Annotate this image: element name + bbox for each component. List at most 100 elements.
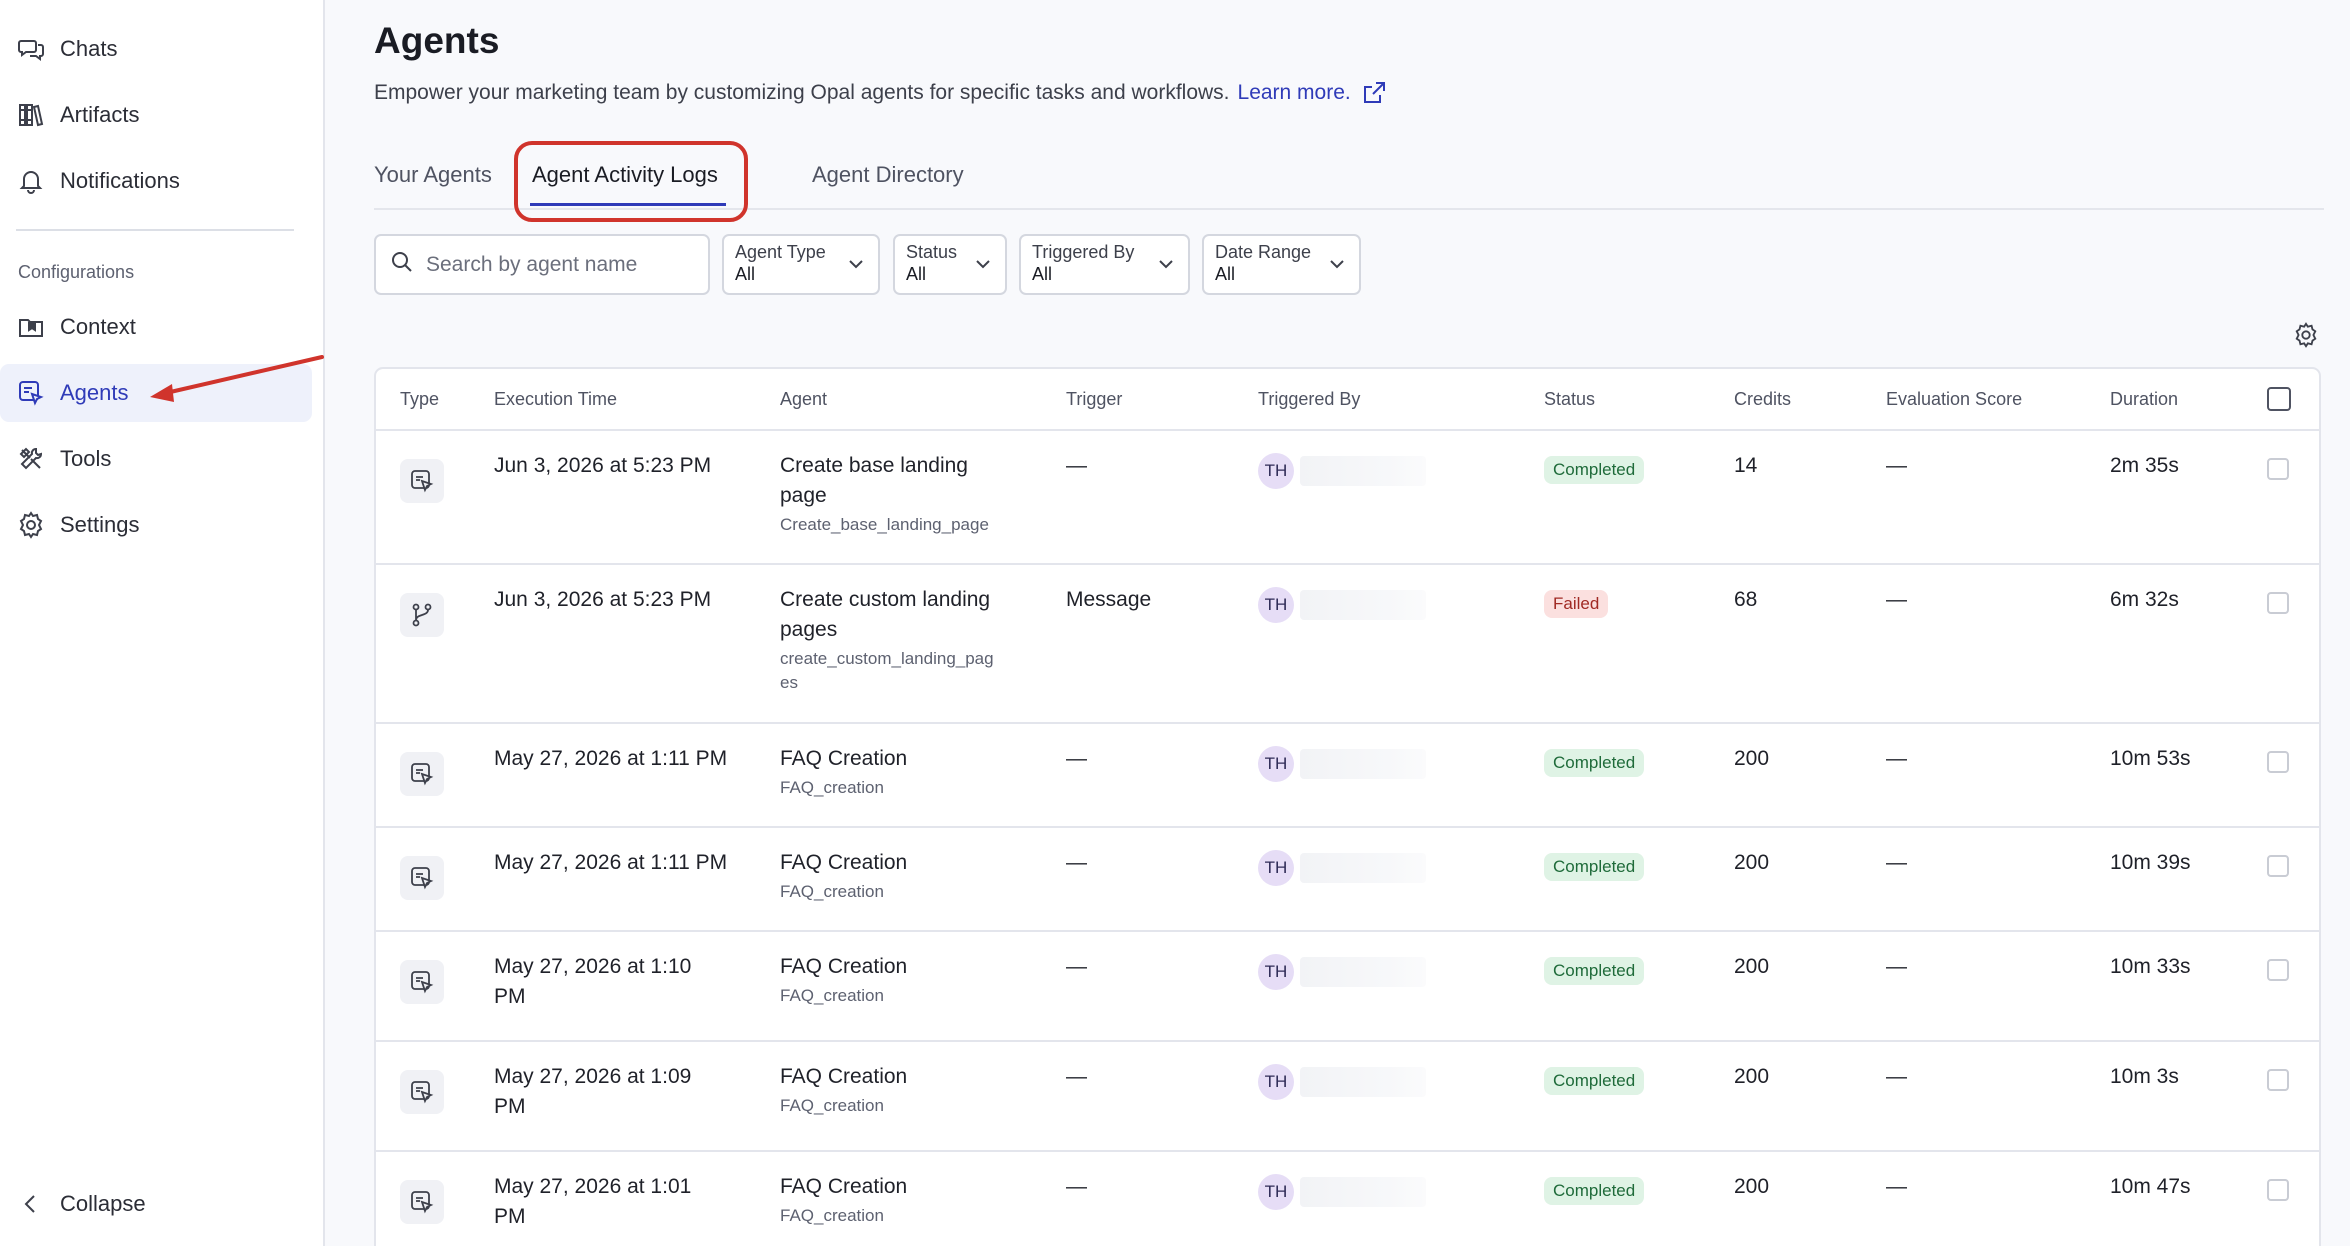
column-header: Triggered By (1258, 389, 1361, 409)
gear-icon (16, 510, 46, 540)
agent-name[interactable]: pages (780, 615, 837, 645)
agent-name[interactable]: FAQ Creation (780, 952, 907, 982)
filter-status[interactable]: Status All (893, 234, 1007, 295)
evaluation-score: — (1886, 588, 1907, 611)
sidebar-item-label: Artifacts (60, 102, 140, 127)
table-row[interactable]: May 27, 2026 at 1:01 PM FAQ Creation FAQ_cr… (376, 1152, 2319, 1246)
section-label: Configurations (18, 262, 135, 282)
row-checkbox[interactable] (2267, 751, 2289, 773)
status-badge: Failed (1544, 590, 1609, 618)
execution-time: PM (494, 985, 526, 1008)
avatar: TH (1258, 746, 1294, 782)
row-checkbox[interactable] (2267, 1179, 2289, 1201)
search-box[interactable] (374, 234, 710, 295)
row-checkbox[interactable] (2267, 855, 2289, 877)
redacted-user-name (1300, 1177, 1426, 1207)
redacted-user-name (1300, 957, 1426, 987)
sidebar-item-agents[interactable]: Agents (0, 364, 312, 422)
execution-time: PM (494, 1095, 526, 1118)
sidebar-item-label: Context (60, 314, 136, 339)
duration: 10m 3s (2110, 1065, 2179, 1088)
sidebar-item-tools[interactable]: Tools (0, 430, 312, 488)
tab-bar: Your Agents Agent Activity Logs Agent Di… (374, 150, 2324, 210)
table-row[interactable]: May 27, 2026 at 1:10 PM FAQ Creation FAQ_cr… (376, 932, 2319, 1042)
duration: 10m 53s (2110, 747, 2191, 770)
agent-name[interactable]: page (780, 481, 827, 511)
table-row[interactable]: May 27, 2026 at 1:09 PM FAQ Creation FAQ_cr… (376, 1042, 2319, 1152)
execution-time: Jun 3, 2026 at 5:23 PM (494, 588, 712, 611)
agent-name[interactable]: FAQ Creation (780, 1062, 907, 1092)
trigger: — (1066, 747, 1087, 770)
tab-agent-directory[interactable]: Agent Directory (812, 162, 964, 188)
sidebar-item-notifications[interactable]: Notifications (0, 152, 312, 210)
specialized-agent-icon (400, 856, 444, 900)
execution-time: May 27, 2026 at 1:09 (494, 1065, 692, 1088)
execution-time: PM (494, 1205, 526, 1228)
row-checkbox[interactable] (2267, 458, 2289, 480)
sidebar-item-label: Tools (60, 446, 112, 471)
select-all-checkbox[interactable] (2267, 387, 2291, 411)
execution-time: Jun 3, 2026 at 5:23 PM (494, 454, 712, 477)
chevron-down-icon (1159, 260, 1173, 269)
evaluation-score: — (1886, 747, 1907, 770)
search-icon (390, 250, 414, 279)
agent-name[interactable]: FAQ Creation (780, 744, 907, 774)
learn-more-link[interactable]: Learn more. (1238, 81, 1351, 105)
evaluation-score: — (1886, 851, 1907, 874)
specialized-agent-icon (400, 960, 444, 1004)
sidebar-item-settings[interactable]: Settings (0, 496, 312, 554)
specialized-agent-icon (400, 1070, 444, 1114)
agent-id: es (780, 673, 798, 692)
agent-id: FAQ_creation (780, 1096, 884, 1115)
main-content: Agents Empower your marketing team by cu… (327, 0, 2350, 1246)
column-header[interactable]: Credits (1734, 389, 1791, 410)
table-settings-icon[interactable] (2293, 322, 2319, 353)
filter-date-range[interactable]: Date Range All (1202, 234, 1361, 295)
tab-agent-activity-logs[interactable]: Agent Activity Logs (532, 162, 718, 188)
duration: 10m 33s (2110, 955, 2191, 978)
column-header[interactable]: Duration (2110, 389, 2178, 410)
row-checkbox[interactable] (2267, 959, 2289, 981)
execution-time: May 27, 2026 at 1:11 PM (494, 747, 728, 770)
filter-triggered-by[interactable]: Triggered By All (1019, 234, 1190, 295)
sidebar-item-artifacts[interactable]: Artifacts (0, 86, 312, 144)
collapse-button[interactable]: Collapse (16, 1180, 146, 1228)
filter-agent-type[interactable]: Agent Type All (722, 234, 880, 295)
duration: 6m 32s (2110, 588, 2179, 611)
row-checkbox[interactable] (2267, 1069, 2289, 1091)
column-header: Agent (780, 389, 828, 409)
agent-name[interactable]: Create custom landing (780, 585, 990, 615)
agent-name[interactable]: FAQ Creation (780, 1172, 907, 1202)
agent-id: FAQ_creation (780, 778, 884, 797)
table-row[interactable]: May 27, 2026 at 1:11 PM FAQ Creation FAQ_c… (376, 724, 2319, 828)
table-row[interactable]: May 27, 2026 at 1:11 PM FAQ Creation FAQ_c… (376, 828, 2319, 932)
duration: 10m 47s (2110, 1175, 2191, 1198)
execution-time: May 27, 2026 at 1:01 (494, 1175, 692, 1198)
sidebar-item-chats[interactable]: Chats (0, 20, 312, 78)
chevron-down-icon (1330, 260, 1344, 269)
redacted-user-name (1300, 1067, 1426, 1097)
row-checkbox[interactable] (2267, 592, 2289, 614)
chat-icon (16, 34, 46, 64)
avatar: TH (1258, 850, 1294, 886)
external-link-icon[interactable] (1361, 80, 1387, 106)
agent-name[interactable]: FAQ Creation (780, 848, 907, 878)
table-row[interactable]: Jun 3, 2026 at 5:23 PM Create custom land… (376, 565, 2319, 724)
tab-your-agents[interactable]: Your Agents (374, 162, 492, 188)
trigger: — (1066, 851, 1087, 874)
credits: 200 (1734, 955, 1770, 978)
chevron-down-icon (849, 260, 863, 269)
table-row[interactable]: Jun 3, 2026 at 5:23 PM Create base landin… (376, 431, 2319, 565)
redacted-user-name (1300, 853, 1426, 883)
agent-id: FAQ_creation (780, 986, 884, 1005)
status-badge: Completed (1544, 1067, 1645, 1095)
redacted-user-name (1300, 590, 1426, 620)
column-header[interactable]: Execution Time (494, 389, 617, 410)
agent-name[interactable]: Create base landing (780, 451, 968, 481)
avatar: TH (1258, 587, 1294, 623)
chevron-left-icon (16, 1193, 46, 1215)
sidebar-item-label: Settings (60, 512, 140, 537)
search-input[interactable] (426, 252, 696, 277)
sidebar-item-context[interactable]: Context (0, 298, 312, 356)
redacted-user-name (1300, 456, 1426, 486)
